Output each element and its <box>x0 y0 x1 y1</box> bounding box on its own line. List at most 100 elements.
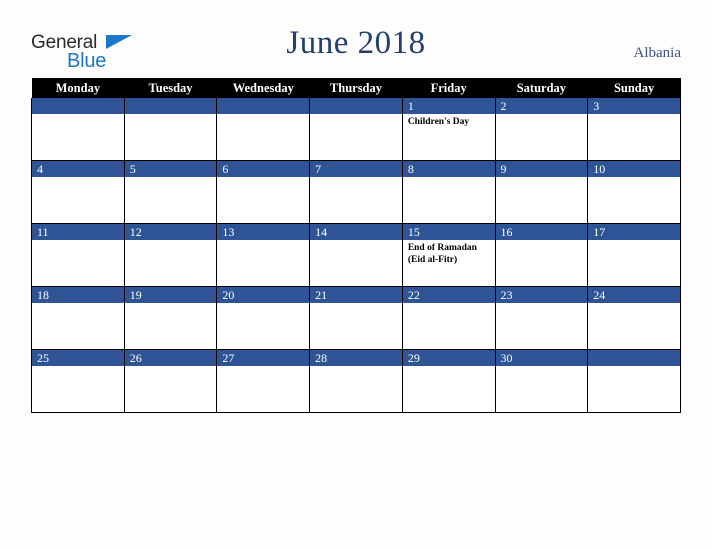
day-cell-inner: 8 <box>402 161 495 223</box>
day-cell-inner: 24 <box>588 287 680 349</box>
calendar-day-cell[interactable]: 26 <box>123 349 218 413</box>
calendar-week-row: 18 19 20 21 22 23 24 <box>31 286 681 350</box>
calendar-day-cell[interactable]: 19 <box>123 286 218 350</box>
calendar-week-row: 11 12 13 14 15 End of Ramadan (Eid al-Fitr) 16 1… <box>31 223 681 287</box>
calendar-day-cell[interactable]: 5 <box>123 160 218 224</box>
calendar-week-row: 25 26 27 28 29 30 <box>31 349 681 413</box>
day-number: 7 <box>310 161 402 177</box>
calendar-day-cell[interactable]: 30 <box>494 349 589 413</box>
calendar-day-cell[interactable]: 16 <box>494 223 589 287</box>
calendar-empty-cell[interactable] <box>587 349 681 413</box>
calendar-day-cell[interactable]: 29 <box>401 349 496 413</box>
calendar-day-cell[interactable]: 10 <box>587 160 681 224</box>
day-cell-inner: 21 <box>310 287 402 349</box>
page-title: June 2018 <box>286 25 426 61</box>
weekday-header-monday: Monday <box>31 78 125 98</box>
calendar-day-cell[interactable]: 2 <box>494 98 589 161</box>
day-cell-inner: 23 <box>495 287 588 349</box>
calendar-day-cell[interactable]: 6 <box>216 160 311 224</box>
day-cell-inner <box>124 98 217 160</box>
day-number: 28 <box>310 350 402 366</box>
calendar-day-cell[interactable]: 12 <box>123 223 218 287</box>
day-cell-inner: 11 <box>32 224 124 286</box>
day-cell-inner: 27 <box>217 350 310 412</box>
day-number: 5 <box>124 161 217 177</box>
region-label: Albania <box>633 45 681 61</box>
day-number: 6 <box>217 161 310 177</box>
calendar-day-cell[interactable]: 24 <box>587 286 681 350</box>
day-events: Children's Day <box>403 114 495 129</box>
day-number <box>588 350 680 366</box>
event-label: (Eid al-Fitr) <box>407 254 458 265</box>
event-label: Children's Day <box>407 117 470 127</box>
day-cell-inner <box>32 98 124 160</box>
weekday-header-friday: Friday <box>402 78 496 98</box>
calendar-body: 1 Children's Day 2 3 4 5 6 7 8 9 10 11 12 13 14 15 End o… <box>31 98 681 413</box>
calendar-day-cell[interactable]: 14 <box>309 223 403 287</box>
day-number: 2 <box>495 98 588 114</box>
calendar-day-cell[interactable]: 8 <box>401 160 496 224</box>
day-cell-inner: 12 <box>124 224 217 286</box>
day-cell-inner: 2 <box>495 98 588 160</box>
calendar-day-cell[interactable]: 11 <box>31 223 125 287</box>
day-events: End of Ramadan (Eid al-Fitr) <box>403 240 495 266</box>
day-cell-inner: 22 <box>402 287 495 349</box>
calendar-empty-cell[interactable] <box>31 98 125 161</box>
day-number: 18 <box>32 287 124 303</box>
day-number: 26 <box>124 350 217 366</box>
calendar-day-cell[interactable]: 17 <box>587 223 681 287</box>
day-number: 12 <box>124 224 217 240</box>
calendar-day-cell[interactable]: 23 <box>494 286 589 350</box>
day-cell-inner: 29 <box>402 350 495 412</box>
calendar-day-cell[interactable]: 18 <box>31 286 125 350</box>
calendar-empty-cell[interactable] <box>123 98 218 161</box>
calendar-week-row: 4 5 6 7 8 9 10 <box>31 160 681 224</box>
day-cell-inner: 6 <box>217 161 310 223</box>
day-number: 25 <box>32 350 124 366</box>
day-cell-inner: 20 <box>217 287 310 349</box>
calendar-empty-cell[interactable] <box>216 98 311 161</box>
day-cell-inner <box>217 98 310 160</box>
weekday-header-tuesday: Tuesday <box>124 78 217 98</box>
day-number: 24 <box>588 287 680 303</box>
weekday-header-saturday: Saturday <box>495 78 588 98</box>
day-number: 30 <box>495 350 588 366</box>
calendar-day-cell[interactable]: 3 <box>587 98 681 161</box>
day-number <box>124 98 217 114</box>
day-cell-inner: 5 <box>124 161 217 223</box>
day-number: 20 <box>217 287 310 303</box>
day-number: 4 <box>32 161 124 177</box>
calendar-day-cell[interactable]: 22 <box>401 286 496 350</box>
weekday-header-sunday: Sunday <box>587 78 681 98</box>
calendar-empty-cell[interactable] <box>309 98 403 161</box>
day-number: 14 <box>310 224 402 240</box>
weekday-header-wednesday: Wednesday <box>216 78 310 98</box>
day-cell-inner: 30 <box>495 350 588 412</box>
calendar-day-cell[interactable]: 25 <box>31 349 125 413</box>
weekday-header-thursday: Thursday <box>309 78 403 98</box>
day-number: 27 <box>217 350 310 366</box>
calendar-day-cell[interactable]: 15 End of Ramadan (Eid al-Fitr) <box>401 223 496 287</box>
calendar-day-cell[interactable]: 1 Children's Day <box>401 98 496 161</box>
day-number <box>217 98 310 114</box>
calendar-day-cell[interactable]: 4 <box>31 160 125 224</box>
day-cell-inner: 18 <box>32 287 124 349</box>
calendar-day-cell[interactable]: 7 <box>309 160 403 224</box>
calendar-day-cell[interactable]: 21 <box>309 286 403 350</box>
calendar-day-cell[interactable]: 9 <box>494 160 589 224</box>
day-number: 22 <box>402 287 495 303</box>
calendar-day-cell[interactable]: 13 <box>216 223 311 287</box>
calendar-day-cell[interactable]: 27 <box>216 349 311 413</box>
page-header: General Blue June 2018 Albania <box>0 0 712 78</box>
calendar-grid: Monday Tuesday Wednesday Thursday Friday Satu… <box>31 78 681 413</box>
calendar-day-cell[interactable]: 28 <box>309 349 403 413</box>
day-cell-inner: 14 <box>310 224 402 286</box>
calendar-day-cell[interactable]: 20 <box>216 286 311 350</box>
day-cell-inner: 26 <box>124 350 217 412</box>
day-number: 19 <box>124 287 217 303</box>
day-cell-inner <box>310 98 402 160</box>
calendar-header-row: Monday Tuesday Wednesday Thursday Friday Satu… <box>31 78 681 98</box>
day-cell-inner: 17 <box>588 224 680 286</box>
event-label: End of Ramadan <box>407 243 477 253</box>
day-number: 21 <box>310 287 402 303</box>
